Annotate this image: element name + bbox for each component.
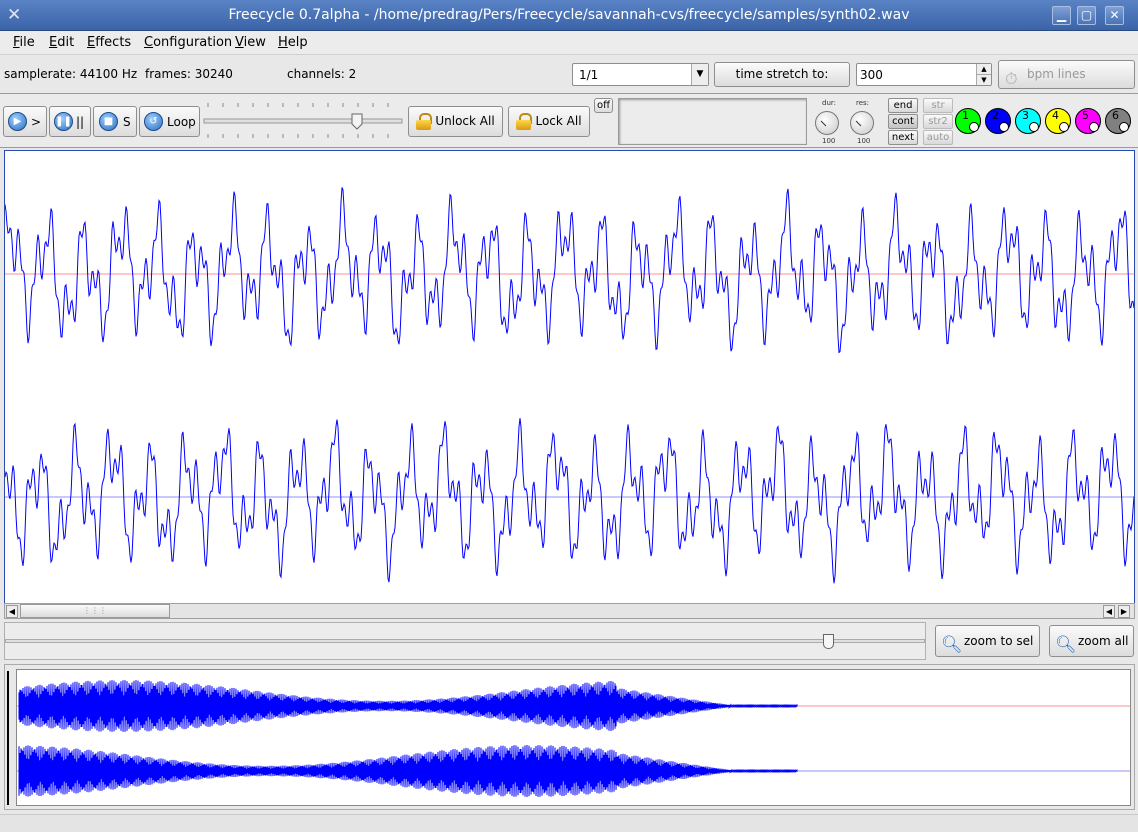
channel-1-button[interactable]: 1: [955, 108, 981, 134]
menu-view[interactable]: View: [235, 35, 266, 50]
ratio-value: 1/1: [579, 68, 599, 82]
pause-icon: ❚❚: [54, 112, 73, 131]
horizontal-scrollbar[interactable]: ◀ ⋮⋮⋮ ◀ ▶: [4, 603, 1135, 619]
lock-icon: [516, 113, 533, 130]
waveform-view[interactable]: [4, 150, 1135, 604]
overview-panel: [4, 664, 1135, 810]
off-button[interactable]: off: [594, 98, 613, 113]
channel-2-button[interactable]: 2: [985, 108, 1011, 134]
menu-configuration[interactable]: Configuration: [144, 35, 232, 50]
pause-label: ||: [76, 115, 85, 129]
time-stretch-button[interactable]: time stretch to:: [714, 62, 850, 87]
play-label: >: [31, 115, 42, 129]
title-bar: ✕ Freecycle 0.7alpha - /home/predrag/Per…: [0, 0, 1138, 31]
next-button[interactable]: next: [888, 130, 918, 145]
time-stretch-spinbox[interactable]: 300 ▲ ▼: [856, 63, 992, 86]
bpm-lines-button[interactable]: ⏱ bpm lines: [998, 60, 1135, 89]
spin-down-icon[interactable]: ▼: [976, 75, 991, 85]
end-button[interactable]: end: [888, 98, 918, 113]
play-button[interactable]: ▶ >: [3, 106, 47, 137]
menu-edit[interactable]: Edit: [49, 35, 74, 50]
samplerate-label: samplerate: 44100 Hz: [4, 67, 138, 81]
loop-icon: ↺: [144, 112, 163, 131]
str-button[interactable]: str: [923, 98, 953, 113]
play-icon: ▶: [8, 112, 27, 131]
menu-file[interactable]: File: [13, 35, 35, 50]
channel-3-button[interactable]: 3: [1015, 108, 1041, 134]
clock-icon: ⏱: [1005, 69, 1018, 88]
close-button[interactable]: ✕: [1105, 6, 1124, 25]
waveform-canvas[interactable]: [5, 151, 1134, 603]
res-knob[interactable]: [850, 111, 874, 135]
channels-label: channels: 2: [287, 67, 357, 81]
unlock-all-label: Unlock All: [435, 114, 495, 128]
stop-button[interactable]: ■ S: [93, 106, 137, 137]
status-bar: [0, 814, 1138, 832]
menu-effects[interactable]: Effects: [87, 35, 131, 50]
magnifier-icon: 🔍︎: [1055, 635, 1077, 655]
spin-up-icon[interactable]: ▲: [976, 64, 991, 75]
stop-label: S: [123, 115, 131, 129]
res-label: res:: [856, 99, 870, 107]
time-stretch-value: 300: [860, 68, 883, 82]
zoom-slider-panel: [4, 622, 926, 660]
unlock-icon: [416, 113, 433, 130]
window-title: Freecycle 0.7alpha - /home/predrag/Pers/…: [228, 7, 910, 23]
display-box: [618, 98, 807, 145]
channel-4-button[interactable]: 4: [1045, 108, 1071, 134]
zoom-all-label: zoom all: [1078, 634, 1129, 648]
res-value: 100: [857, 137, 871, 145]
zoom-slider-handle[interactable]: [823, 634, 834, 649]
zoom-to-sel-label: zoom to sel: [964, 634, 1034, 648]
loop-button[interactable]: ↺ Loop: [139, 106, 200, 137]
chevron-down-icon: ▼: [691, 64, 708, 85]
stop-icon: ■: [99, 112, 118, 131]
loop-label: Loop: [167, 115, 196, 129]
auto-button[interactable]: auto: [923, 130, 953, 145]
menu-bar: File Edit Effects Configuration View Hel…: [0, 31, 1138, 55]
volume-slider[interactable]: [202, 96, 404, 146]
dur-label: dur:: [822, 99, 836, 107]
dur-knob[interactable]: [815, 111, 839, 135]
overview-cursor: [7, 671, 9, 805]
scrollbar-thumb[interactable]: ⋮⋮⋮: [20, 604, 170, 618]
menu-help[interactable]: Help: [278, 35, 308, 50]
unlock-all-button[interactable]: Unlock All: [408, 106, 503, 137]
lock-all-label: Lock All: [535, 114, 582, 128]
bpm-lines-label: bpm lines: [1027, 67, 1086, 81]
minimize-button[interactable]: ▁: [1052, 6, 1071, 25]
zoom-to-sel-button[interactable]: 🔍︎ zoom to sel: [935, 625, 1040, 657]
scroll-right-icon[interactable]: ▶: [1118, 605, 1130, 618]
frames-label: frames: 30240: [145, 67, 233, 81]
dur-value: 100: [822, 137, 836, 145]
pause-button[interactable]: ❚❚ ||: [49, 106, 91, 137]
overview-view[interactable]: [16, 669, 1131, 806]
lock-all-button[interactable]: Lock All: [508, 106, 590, 137]
channel-5-button[interactable]: 5: [1075, 108, 1101, 134]
scroll-left-end-icon[interactable]: ◀: [1103, 605, 1115, 618]
channel-6-button[interactable]: 6: [1105, 108, 1131, 134]
ratio-select[interactable]: 1/1 ▼: [572, 63, 709, 86]
magnifier-icon: 🔍︎: [941, 635, 963, 655]
str2-button[interactable]: str2: [923, 114, 953, 129]
overview-canvas[interactable]: [17, 670, 1130, 805]
zoom-slider-track[interactable]: [5, 639, 925, 643]
maximize-button[interactable]: ▢: [1077, 6, 1096, 25]
zoom-all-button[interactable]: 🔍︎ zoom all: [1049, 625, 1134, 657]
scroll-left-icon[interactable]: ◀: [6, 605, 18, 618]
cont-button[interactable]: cont: [888, 114, 918, 129]
